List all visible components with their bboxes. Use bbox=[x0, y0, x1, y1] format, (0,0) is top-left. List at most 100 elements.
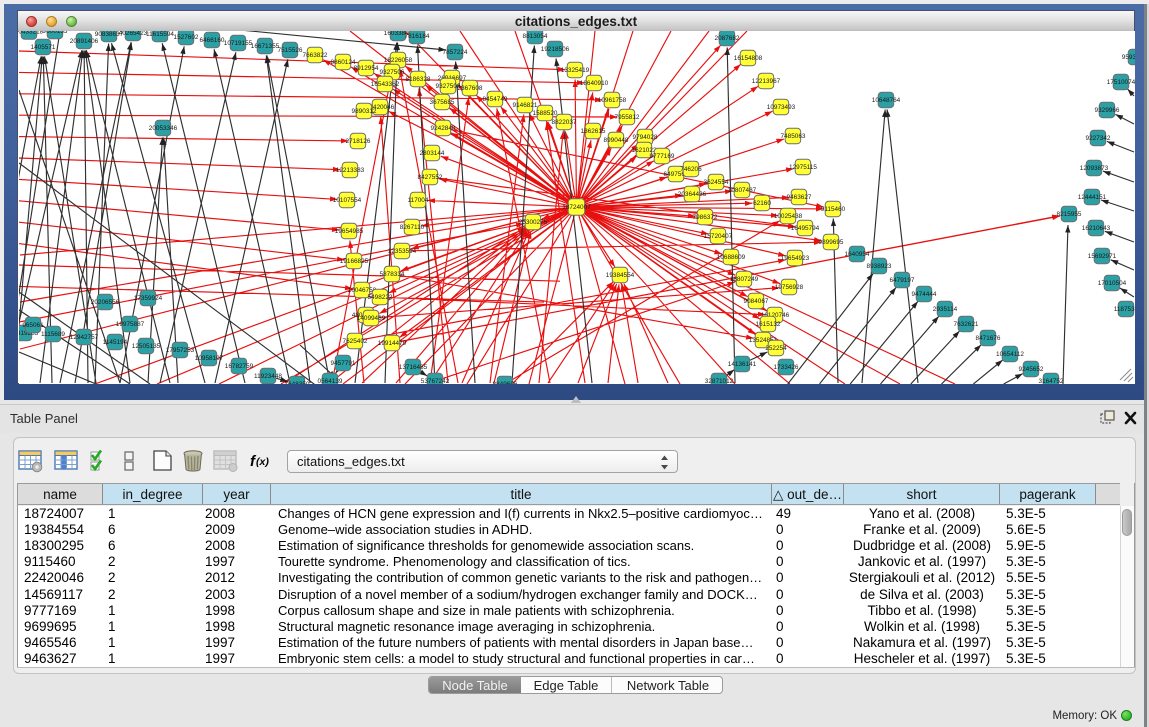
svg-text:6479197: 6479197 bbox=[890, 277, 915, 284]
svg-text:25300275: 25300275 bbox=[519, 219, 548, 226]
svg-text:9890312: 9890312 bbox=[352, 108, 377, 115]
svg-text:252254: 252254 bbox=[765, 345, 787, 352]
svg-text:12353594: 12353594 bbox=[388, 248, 417, 255]
svg-text:8849696: 8849696 bbox=[493, 381, 518, 384]
svg-text:9245652: 9245652 bbox=[1019, 366, 1044, 373]
svg-text:19975887: 19975887 bbox=[116, 321, 145, 328]
svg-text:1145194: 1145194 bbox=[103, 339, 128, 346]
svg-text:14099489: 14099489 bbox=[357, 315, 386, 322]
svg-text:19756928: 19756928 bbox=[775, 284, 804, 291]
svg-text:19384554: 19384554 bbox=[606, 272, 635, 279]
svg-text:11615594: 11615594 bbox=[146, 31, 174, 38]
svg-text:10688609: 10688609 bbox=[717, 254, 746, 261]
svg-text:20053346: 20053346 bbox=[149, 125, 178, 132]
svg-text:20364436: 20364436 bbox=[678, 191, 707, 198]
svg-text:18807249: 18807249 bbox=[730, 276, 759, 283]
svg-text:9084067: 9084067 bbox=[744, 298, 769, 305]
svg-text:10961758: 10961758 bbox=[598, 97, 627, 104]
svg-text:10433218: 10433218 bbox=[19, 31, 44, 36]
svg-text:19654985: 19654985 bbox=[335, 228, 364, 235]
svg-text:7485063: 7485063 bbox=[781, 133, 806, 140]
svg-text:7857224: 7857224 bbox=[443, 49, 468, 56]
svg-text:1640954: 1640954 bbox=[845, 251, 870, 258]
svg-text:7515526: 7515526 bbox=[278, 47, 303, 54]
svg-text:10807487: 10807487 bbox=[728, 187, 757, 194]
svg-text:9899695: 9899695 bbox=[819, 239, 844, 246]
svg-text:12505135: 12505135 bbox=[132, 343, 161, 350]
svg-text:117004: 117004 bbox=[408, 197, 429, 204]
svg-text:7648350: 7648350 bbox=[285, 381, 310, 384]
svg-text:1615132: 1615132 bbox=[756, 321, 781, 328]
svg-text:19914479: 19914479 bbox=[378, 340, 407, 347]
svg-text:16154808: 16154808 bbox=[734, 55, 763, 62]
svg-text:62160: 62160 bbox=[753, 200, 771, 207]
svg-text:15720407: 15720407 bbox=[704, 233, 733, 240]
svg-text:18724007: 18724007 bbox=[562, 204, 591, 211]
svg-text:16543362: 16543362 bbox=[371, 81, 400, 88]
svg-text:1405571: 1405571 bbox=[31, 44, 56, 51]
svg-text:2087682: 2087682 bbox=[715, 35, 740, 42]
svg-text:16782759: 16782759 bbox=[225, 363, 254, 370]
svg-text:2718126: 2718126 bbox=[346, 138, 371, 145]
svg-text:20206556: 20206556 bbox=[91, 299, 120, 306]
svg-text:9777169: 9777169 bbox=[650, 153, 675, 160]
svg-text:8912954: 8912954 bbox=[354, 65, 379, 72]
svg-text:10719155: 10719155 bbox=[224, 40, 253, 47]
svg-text:17359924: 17359924 bbox=[134, 295, 163, 302]
svg-text:3624554: 3624554 bbox=[704, 179, 729, 186]
svg-text:9474444: 9474444 bbox=[912, 291, 937, 298]
svg-text:9227342: 9227342 bbox=[1086, 135, 1111, 142]
svg-text:15692971: 15692971 bbox=[1088, 253, 1117, 260]
svg-text:12213967: 12213967 bbox=[752, 78, 781, 85]
svg-text:3164752: 3164752 bbox=[1039, 378, 1064, 384]
svg-text:1115689: 1115689 bbox=[41, 331, 65, 338]
svg-text:18226058: 18226058 bbox=[384, 57, 413, 64]
svg-text:3675685: 3675685 bbox=[430, 99, 455, 106]
svg-text:9329966: 9329966 bbox=[1095, 107, 1120, 114]
svg-text:53767242: 53767242 bbox=[421, 378, 450, 384]
svg-text:746206: 746206 bbox=[680, 166, 702, 173]
svg-text:5878334: 5878334 bbox=[380, 271, 405, 278]
svg-text:13325419: 13325419 bbox=[561, 67, 590, 74]
svg-text:1187531: 1187531 bbox=[1114, 306, 1135, 313]
svg-text:(x): (x) bbox=[256, 456, 269, 468]
svg-text:7663822: 7663822 bbox=[303, 52, 328, 59]
svg-text:2935114: 2935114 bbox=[933, 306, 958, 313]
svg-text:1362615: 1362615 bbox=[581, 128, 606, 135]
svg-text:9146821: 9146821 bbox=[513, 102, 538, 109]
svg-text:17510074: 17510074 bbox=[1107, 79, 1135, 86]
svg-text:9600133: 9600133 bbox=[43, 31, 68, 35]
svg-text:13716485: 13716485 bbox=[399, 364, 428, 371]
svg-text:12213383: 12213383 bbox=[336, 167, 365, 174]
svg-text:8822037: 8822037 bbox=[552, 119, 577, 126]
svg-text:18640910: 18640910 bbox=[580, 80, 609, 87]
svg-text:12975115: 12975115 bbox=[789, 164, 817, 171]
svg-text:8427552: 8427552 bbox=[418, 174, 443, 181]
svg-text:95931034: 95931034 bbox=[1122, 54, 1135, 61]
svg-text:1733426: 1733426 bbox=[774, 364, 799, 371]
svg-text:12444151: 12444151 bbox=[1078, 194, 1107, 201]
svg-text:8990448: 8990448 bbox=[604, 137, 629, 144]
svg-text:14136141: 14136141 bbox=[728, 361, 757, 368]
svg-text:40265423: 40265423 bbox=[119, 31, 148, 37]
svg-text:9115460: 9115460 bbox=[821, 206, 846, 213]
svg-text:19654923: 19654923 bbox=[781, 255, 810, 262]
svg-text:5498222: 5498222 bbox=[368, 294, 393, 301]
svg-text:8860124: 8860124 bbox=[331, 59, 356, 66]
svg-text:10654112: 10654112 bbox=[996, 351, 1024, 358]
svg-text:19166825: 19166825 bbox=[340, 258, 369, 265]
svg-text:20891406: 20891406 bbox=[70, 38, 99, 45]
svg-text:8938923: 8938923 bbox=[867, 263, 892, 270]
svg-text:2803144: 2803144 bbox=[420, 150, 445, 157]
svg-text:10107554: 10107554 bbox=[333, 197, 362, 204]
svg-text:16495794: 16495794 bbox=[791, 225, 820, 232]
svg-text:17010504: 17010504 bbox=[1098, 280, 1127, 287]
svg-text:12093873: 12093873 bbox=[1080, 165, 1109, 172]
svg-text:8454749: 8454749 bbox=[483, 96, 508, 103]
svg-text:11923448: 11923448 bbox=[254, 373, 282, 380]
svg-text:7955812: 7955812 bbox=[615, 114, 640, 121]
svg-text:32871012: 32871012 bbox=[705, 378, 734, 384]
svg-text:8267110: 8267110 bbox=[400, 224, 425, 231]
svg-text:7625402: 7625402 bbox=[343, 338, 368, 345]
svg-text:1588520: 1588520 bbox=[533, 110, 558, 117]
